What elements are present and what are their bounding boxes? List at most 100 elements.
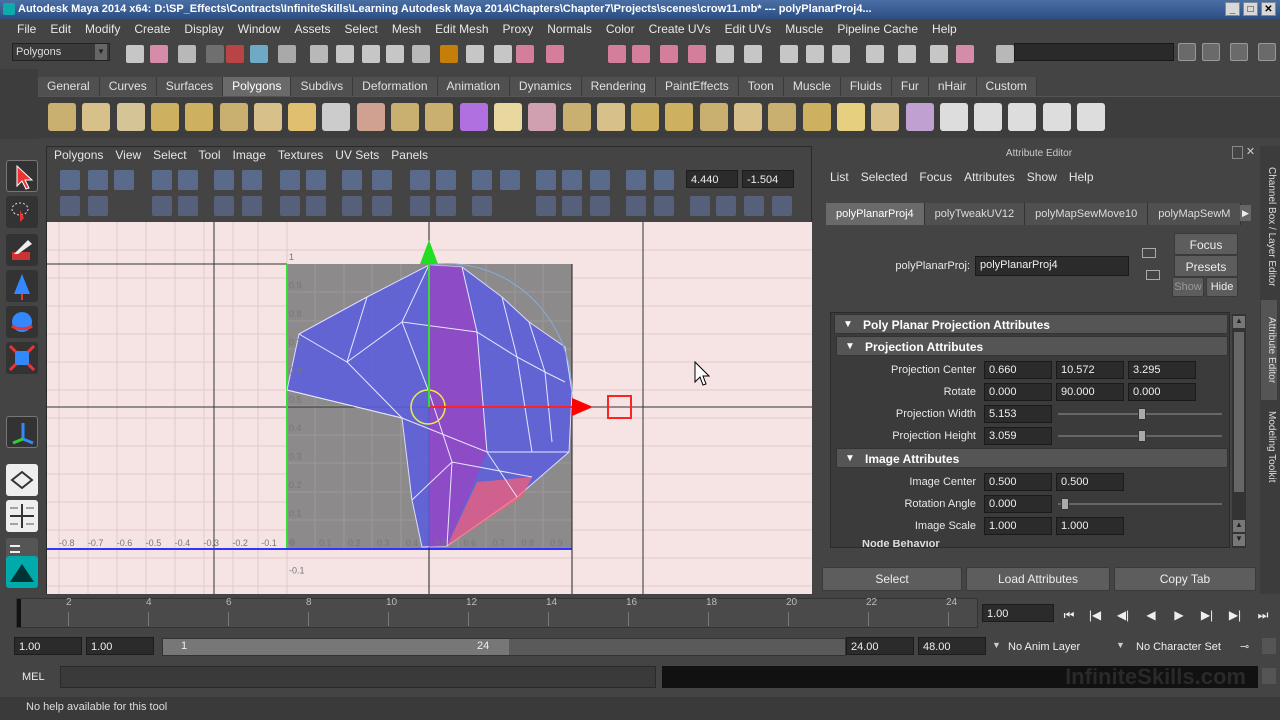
projection-width-slider[interactable]: [1058, 408, 1222, 420]
image-center-v-field[interactable]: 0.500: [1056, 473, 1124, 491]
shelf-tool-icon[interactable]: [425, 103, 454, 131]
shelf-tool-icon[interactable]: [459, 103, 488, 131]
uv-tool-icon[interactable]: [306, 170, 326, 190]
status-tool-icon[interactable]: [832, 45, 850, 63]
shelf-tab-painteffects[interactable]: PaintEffects: [655, 77, 739, 96]
uv-tool-icon[interactable]: [372, 170, 392, 190]
uv-tool-icon[interactable]: [60, 196, 80, 216]
status-tool-icon[interactable]: [440, 45, 458, 63]
image-center-u-field[interactable]: 0.500: [984, 473, 1052, 491]
shelf-tab-curves[interactable]: Curves: [99, 77, 157, 96]
shelf-tab-custom[interactable]: Custom: [976, 77, 1037, 96]
rotate-z-field[interactable]: 0.000: [1128, 383, 1196, 401]
status-tool-icon[interactable]: [632, 45, 650, 63]
output-connection-icon[interactable]: [1146, 270, 1160, 280]
move-tool-icon[interactable]: [6, 270, 38, 302]
shelf-tool-icon[interactable]: [871, 103, 900, 131]
status-tool-icon[interactable]: [866, 45, 884, 63]
shelf-tool-icon[interactable]: [219, 103, 248, 131]
attr-menu-show[interactable]: Show: [1021, 170, 1063, 184]
shelf-tool-icon[interactable]: [905, 103, 934, 131]
tabs-scroll-right-icon[interactable]: ▶: [1240, 205, 1251, 221]
uv-tool-icon[interactable]: [280, 170, 300, 190]
uv-tool-icon[interactable]: [342, 170, 362, 190]
shelf-tool-icon[interactable]: [802, 103, 831, 131]
uv-tool-icon[interactable]: [152, 196, 172, 216]
status-tool-icon[interactable]: [386, 45, 404, 63]
shelf-tab-muscle[interactable]: Muscle: [783, 77, 841, 96]
projection-attributes-section[interactable]: ▼ Projection Attributes: [836, 336, 1228, 356]
uv-menu-polygons[interactable]: Polygons: [50, 148, 111, 162]
mel-label[interactable]: MEL: [8, 666, 58, 688]
node-tab[interactable]: polyMapSewM: [1148, 203, 1241, 225]
shelf-tab-surfaces[interactable]: Surfaces: [156, 77, 224, 96]
current-time-marker[interactable]: [17, 599, 21, 627]
status-tool-icon[interactable]: [608, 45, 626, 63]
shelf-tool-icon[interactable]: [322, 103, 351, 131]
shelf-tool-icon[interactable]: [185, 103, 214, 131]
status-tool-icon[interactable]: [930, 45, 948, 63]
menu-normals[interactable]: Normals: [540, 22, 599, 36]
shelf-tool-icon[interactable]: [356, 103, 385, 131]
chevron-down-icon[interactable]: ▼: [992, 640, 1001, 650]
attr-menu-list[interactable]: List: [824, 170, 855, 184]
menu-color[interactable]: Color: [599, 22, 642, 36]
status-tool-icon[interactable]: [310, 45, 328, 63]
attributes-scrollbar[interactable]: ▲ ▲ ▼: [1232, 314, 1246, 548]
uv-tool-icon[interactable]: [472, 196, 492, 216]
shelf-tool-icon[interactable]: [562, 103, 591, 131]
menu-select[interactable]: Select: [337, 22, 384, 36]
uv-tool-icon[interactable]: [242, 196, 262, 216]
uv-tool-icon[interactable]: [178, 196, 198, 216]
image-scale-v-field[interactable]: 1.000: [1056, 517, 1124, 535]
select-tool-icon[interactable]: [6, 160, 38, 192]
menu-proxy[interactable]: Proxy: [496, 22, 541, 36]
menu-edit-uvs[interactable]: Edit UVs: [718, 22, 779, 36]
select-button[interactable]: Select: [822, 567, 962, 591]
status-tool-icon[interactable]: [466, 45, 484, 63]
scale-tool-icon[interactable]: [6, 342, 38, 374]
shelf-tool-icon[interactable]: [939, 103, 968, 131]
uv-tool-icon[interactable]: [562, 170, 582, 190]
uv-menu-select[interactable]: Select: [149, 148, 194, 162]
node-tab[interactable]: polyPlanarProj4: [826, 203, 925, 225]
status-tool-icon[interactable]: [362, 45, 380, 63]
show-button[interactable]: Show: [1172, 277, 1204, 297]
scroll-up-icon[interactable]: ▲: [1233, 316, 1245, 328]
poly-planar-projection-section[interactable]: ▼ Poly Planar Projection Attributes: [834, 314, 1228, 334]
go-to-end-icon[interactable]: ⏭: [1252, 605, 1274, 625]
status-tool-icon[interactable]: [660, 45, 678, 63]
shelf-tool-icon[interactable]: [596, 103, 625, 131]
panel-toggle-icon[interactable]: [1178, 43, 1196, 61]
rotate-y-field[interactable]: 90.000: [1056, 383, 1124, 401]
maya-toolkit-icon[interactable]: [6, 556, 38, 588]
hide-button[interactable]: Hide: [1206, 277, 1238, 297]
uv-tool-icon[interactable]: [716, 196, 736, 216]
uv-tool-icon[interactable]: [536, 196, 556, 216]
attr-menu-attributes[interactable]: Attributes: [958, 170, 1021, 184]
lasso-tool-icon[interactable]: [6, 196, 38, 228]
menu-mesh[interactable]: Mesh: [385, 22, 428, 36]
focus-button[interactable]: Focus: [1174, 233, 1238, 255]
chevron-down-icon[interactable]: ▼: [1116, 640, 1125, 650]
u-axis-arrow-icon[interactable]: [572, 398, 593, 416]
modeling-toolkit-tab[interactable]: Modeling Toolkit: [1261, 402, 1277, 492]
slider-knob[interactable]: [1138, 430, 1147, 442]
shelf-tab-nhair[interactable]: nHair: [928, 77, 977, 96]
uv-tool-icon[interactable]: [772, 196, 792, 216]
uv-tool-icon[interactable]: [372, 196, 392, 216]
shelf-tool-icon[interactable]: [768, 103, 797, 131]
attr-menu-selected[interactable]: Selected: [855, 170, 914, 184]
shelf-tool-icon[interactable]: [665, 103, 694, 131]
uv-tool-icon[interactable]: [88, 170, 108, 190]
uv-tool-icon[interactable]: [654, 196, 674, 216]
uv-tool-icon[interactable]: [590, 170, 610, 190]
uv-tool-icon[interactable]: [214, 170, 234, 190]
status-tool-icon[interactable]: [716, 45, 734, 63]
menu-help[interactable]: Help: [925, 22, 964, 36]
uv-tool-icon[interactable]: [436, 196, 456, 216]
paint-select-tool-icon[interactable]: [6, 234, 38, 266]
scroll-down-icon[interactable]: ▼: [1233, 534, 1245, 546]
projection-center-y-field[interactable]: 10.572: [1056, 361, 1124, 379]
attr-menu-help[interactable]: Help: [1063, 170, 1100, 184]
